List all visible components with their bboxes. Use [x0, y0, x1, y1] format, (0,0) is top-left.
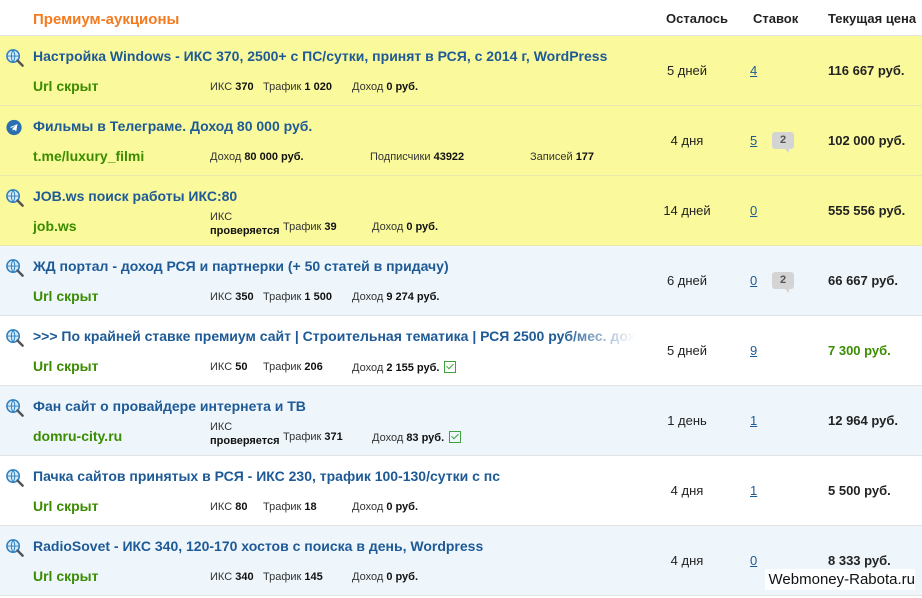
current-price: 12 964 руб. — [828, 413, 899, 428]
auction-row: ЖД портал - доход РСЯ и партнерки (+ 50 … — [0, 246, 922, 316]
telegram-icon — [6, 119, 22, 136]
metric-income: Доход 0 руб. — [352, 571, 419, 583]
lot-url: Url скрыт — [33, 288, 99, 304]
bids-count-link[interactable]: 1 — [750, 483, 757, 498]
metric-iks: ИКС 370 — [210, 81, 254, 93]
lot-url: Url скрыт — [33, 358, 99, 374]
metric-income: Доход 0 руб. — [352, 81, 419, 93]
current-price: 5 500 руб. — [828, 483, 891, 498]
bids-count-link[interactable]: 5 — [750, 133, 757, 148]
globe-search-icon — [6, 469, 24, 487]
auction-row: Настройка Windows - ИКС 370, 2500+ с ПС/… — [0, 36, 922, 106]
time-left: 1 день — [667, 413, 707, 428]
section-title: Премиум-аукционы — [33, 11, 180, 28]
globe-search-icon — [6, 49, 24, 67]
lot-title-link[interactable]: Настройка Windows - ИКС 370, 2500+ с ПС/… — [33, 48, 607, 64]
lot-url: Url скрыт — [33, 568, 99, 584]
metric-income: Доход 2 155 руб. — [352, 361, 457, 374]
bids-count-link[interactable]: 1 — [750, 413, 757, 428]
globe-search-icon — [6, 539, 24, 557]
lot-url: Url скрыт — [33, 78, 99, 94]
column-header-time-left[interactable]: Осталось — [666, 11, 728, 26]
verified-check-icon — [449, 431, 462, 443]
table-header: Премиум-аукционы Осталось Ставок Текущая… — [0, 0, 922, 36]
lot-title-link[interactable]: Пачка сайтов принятых в РСЯ - ИКС 230, т… — [33, 468, 500, 484]
lot-url: Url скрыт — [33, 498, 99, 514]
lot-title-link[interactable]: Фан сайт о провайдере интернета и ТВ — [33, 398, 306, 414]
comments-count-badge[interactable]: 2 — [772, 272, 794, 293]
bids-count-link[interactable]: 0 — [750, 273, 757, 288]
metric-posts: Записей 177 — [530, 151, 595, 163]
bids-count-link[interactable]: 0 — [750, 553, 757, 568]
column-header-bids[interactable]: Ставок — [753, 11, 798, 26]
bids-count-link[interactable]: 9 — [750, 343, 757, 358]
time-left: 4 дня — [670, 553, 704, 568]
globe-search-icon — [6, 329, 24, 347]
auction-row: Пачка сайтов принятых в РСЯ - ИКС 230, т… — [0, 456, 922, 526]
lot-title-link[interactable]: Фильмы в Телеграме. Доход 80 000 руб. — [33, 118, 312, 134]
comments-count-badge[interactable]: 2 — [772, 132, 794, 153]
column-header-current-price[interactable]: Текущая цена — [828, 11, 916, 26]
current-price: 102 000 руб. — [828, 133, 906, 148]
metric-traffic: Трафик 206 — [263, 361, 323, 373]
verified-check-icon — [444, 361, 457, 373]
metric-income: Доход 0 руб. — [352, 501, 419, 513]
auction-row: Фан сайт о провайдере интернета и ТВ dom… — [0, 386, 922, 456]
metric-traffic: Трафик 18 — [263, 501, 317, 513]
current-price: 7 300 руб. — [828, 343, 891, 358]
metric-traffic: Трафик 1 500 — [263, 291, 332, 303]
time-left: 5 дней — [666, 63, 708, 78]
current-price: 116 667 руб. — [828, 63, 905, 78]
metric-income: Доход 9 274 руб. — [352, 291, 440, 303]
lot-title-link[interactable]: >>> По крайней ставке премиум сайт | Стр… — [33, 328, 635, 344]
metric-iks: ИКС 340 — [210, 571, 254, 583]
auction-row: JOB.ws поиск работы ИКС:80 job.ws ИКС про… — [0, 176, 922, 246]
metric-iks: ИКС 80 — [210, 501, 248, 513]
metric-subscribers: Подписчики 43922 — [370, 151, 465, 163]
metric-traffic: Трафик 145 — [263, 571, 323, 583]
site-watermark: Webmoney-Rabota.ru — [764, 569, 915, 590]
current-price: 555 556 руб. — [828, 203, 906, 218]
auction-row: >>> По крайней ставке премиум сайт | Стр… — [0, 316, 922, 386]
lot-title-link[interactable]: RadioSovet - ИКС 340, 120-170 хостов с п… — [33, 538, 483, 554]
time-left: 5 дней — [666, 343, 708, 358]
time-left: 6 дней — [666, 273, 708, 288]
bids-count-link[interactable]: 4 — [750, 63, 757, 78]
metric-income: Доход 80 000 руб. — [210, 151, 304, 163]
globe-search-icon — [6, 399, 24, 417]
metric-income: Доход 0 руб. — [372, 221, 439, 233]
lot-url[interactable]: job.ws — [33, 218, 77, 234]
lot-url[interactable]: domru-city.ru — [33, 428, 122, 444]
metric-traffic: Трафик 1 020 — [263, 81, 332, 93]
metric-income: Доход 83 руб. — [372, 431, 462, 444]
metric-iks: ИКС 350 — [210, 291, 254, 303]
current-price: 66 667 руб. — [828, 273, 899, 288]
metric-iks: ИКС 50 — [210, 361, 248, 373]
time-left: 14 дней — [663, 203, 711, 218]
time-left: 4 дня — [670, 133, 704, 148]
metric-traffic: Трафик 371 — [283, 431, 343, 443]
auction-row: Фильмы в Телеграме. Доход 80 000 руб. t.… — [0, 106, 922, 176]
metric-iks: ИКС проверяется — [210, 421, 280, 447]
bids-count-link[interactable]: 0 — [750, 203, 757, 218]
metric-traffic: Трафик 39 — [283, 221, 337, 233]
current-price: 8 333 руб. — [828, 553, 891, 568]
globe-search-icon — [6, 259, 24, 277]
metric-iks: ИКС проверяется — [210, 211, 280, 237]
lot-url[interactable]: t.me/luxury_filmi — [33, 148, 144, 164]
lot-title-link[interactable]: ЖД портал - доход РСЯ и партнерки (+ 50 … — [33, 258, 449, 274]
lot-title-link[interactable]: JOB.ws поиск работы ИКС:80 — [33, 188, 237, 204]
globe-search-icon — [6, 189, 24, 207]
time-left: 4 дня — [670, 483, 704, 498]
